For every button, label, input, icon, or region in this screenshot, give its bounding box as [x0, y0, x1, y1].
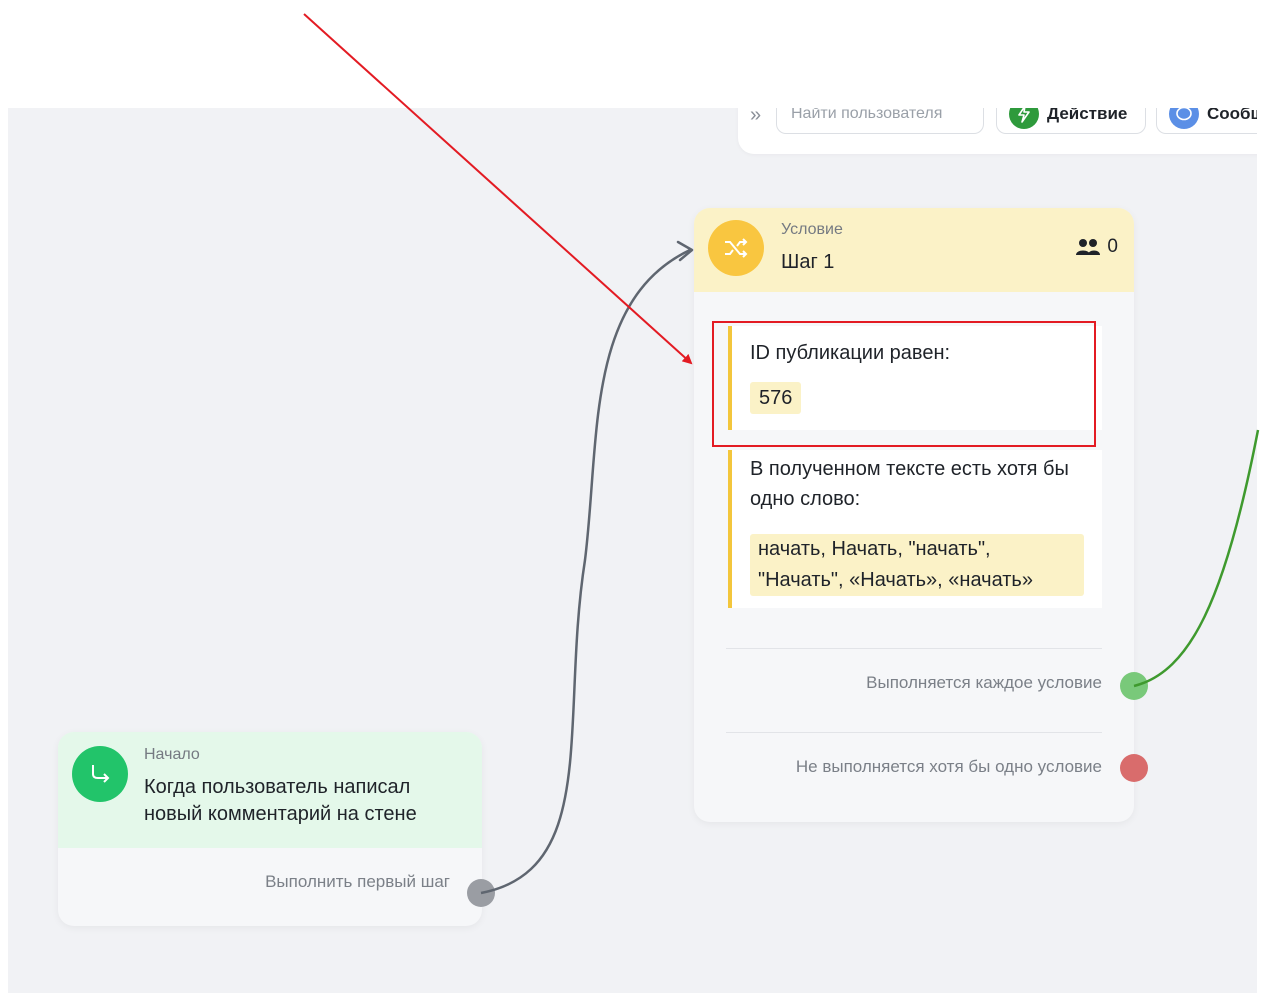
start-node[interactable]: Начало Когда пользователь написал новый …: [58, 732, 482, 926]
divider: [726, 732, 1102, 733]
chat-bubble-icon: [1169, 108, 1199, 129]
add-message-button[interactable]: Сообщ: [1156, 108, 1257, 134]
start-output-label: Выполнить первый шаг: [265, 872, 450, 891]
condition-value: начать, Начать, "начать", "Начать", «Нач…: [750, 534, 1084, 596]
output-success-label: Выполняется каждое условие: [866, 673, 1102, 692]
output-failure-label: Не выполняется хотя бы одно условие: [795, 757, 1102, 776]
add-message-label: Сообщ: [1207, 108, 1257, 123]
start-node-header: Начало Когда пользователь написал новый …: [58, 732, 482, 848]
shuffle-icon: [708, 220, 764, 276]
users-counter: 0: [1075, 236, 1118, 258]
condition-item[interactable]: В полученном тексте есть хотя бы одно сл…: [728, 450, 1102, 608]
output-success-handle[interactable]: [1120, 672, 1148, 700]
node-title: Шаг 1: [781, 251, 835, 273]
annotation-highlight-box: [712, 321, 1096, 447]
double-chevron-right-icon[interactable]: »: [750, 108, 761, 127]
divider: [726, 648, 1102, 649]
node-title: Когда пользователь написал новый коммент…: [144, 776, 417, 825]
lightning-icon: [1009, 108, 1039, 129]
node-category: Начало: [144, 746, 200, 763]
condition-node-header: Условие Шаг 1 0: [694, 208, 1134, 292]
output-failure-handle[interactable]: [1120, 754, 1148, 782]
toolbar: » Найти пользователя Действие Сообщ: [738, 108, 1257, 154]
condition-node[interactable]: Условие Шаг 1 0 ID публикации равен: 576…: [694, 208, 1134, 822]
search-user-input[interactable]: Найти пользователя: [776, 108, 984, 134]
add-action-button[interactable]: Действие: [996, 108, 1146, 134]
add-action-label: Действие: [1047, 108, 1128, 123]
users-count: 0: [1107, 236, 1118, 257]
node-category: Условие: [781, 221, 843, 238]
start-output-handle[interactable]: [467, 879, 495, 907]
condition-label: В полученном тексте есть хотя бы одно сл…: [750, 458, 1069, 510]
arrow-turn-right-icon: [72, 746, 128, 802]
users-icon: [1076, 239, 1101, 255]
flow-canvas[interactable]: » Найти пользователя Действие Сообщ: [8, 108, 1257, 993]
